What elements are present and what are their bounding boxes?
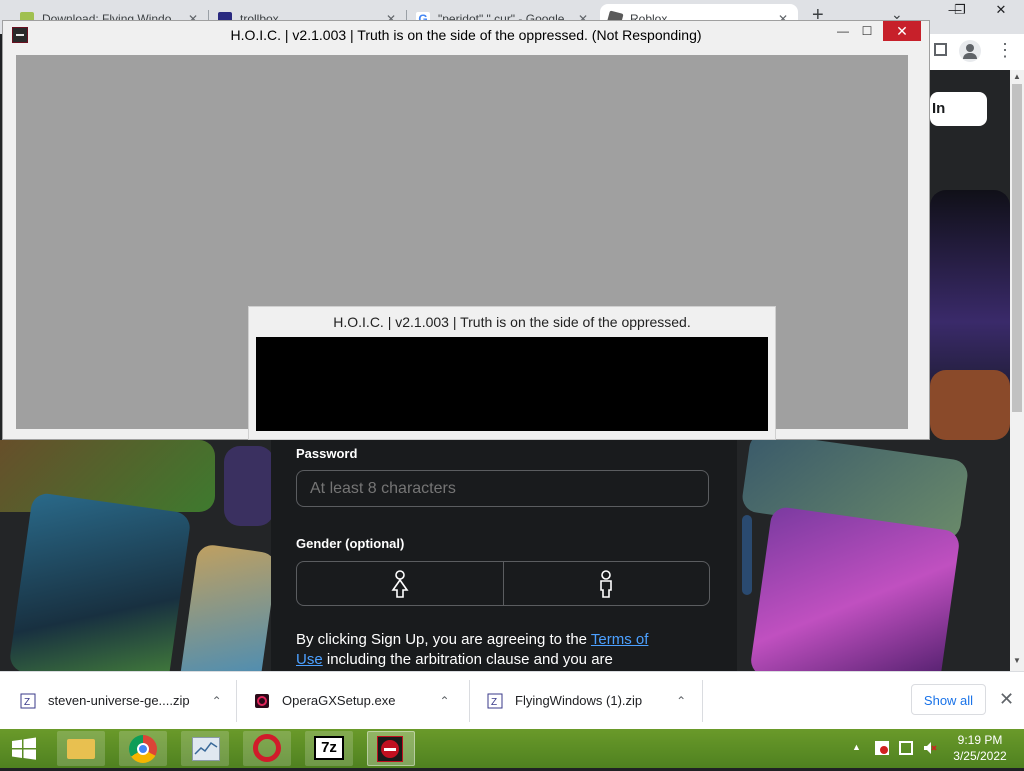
game-thumbnail <box>224 446 274 526</box>
gender-label: Gender (optional) <box>296 536 405 551</box>
terms-of-use-link[interactable]: Terms of <box>591 631 649 648</box>
chrome-menu-icon[interactable]: ⋮ <box>996 40 1014 61</box>
7zip-icon: 7z <box>314 736 344 760</box>
svg-text:Z: Z <box>491 697 497 708</box>
chevron-up-icon[interactable]: ⌃ <box>676 694 686 708</box>
game-thumbnail <box>749 505 961 671</box>
taskbar-system-monitor[interactable] <box>181 731 229 766</box>
taskbar-chrome[interactable] <box>119 731 167 766</box>
opera-gx-icon <box>255 693 269 708</box>
terms-text: By clicking Sign Up, you are agreeing to… <box>296 630 716 670</box>
downloads-bar: Z steven-universe-ge....zip ⌃ OperaGXSet… <box>0 671 1024 729</box>
clock-time: 9:19 PM <box>957 733 1003 747</box>
download-item[interactable]: Z steven-universe-ge....zip ⌃ <box>20 672 222 729</box>
svg-text:Z: Z <box>24 697 30 708</box>
scroll-down-arrow-icon[interactable]: ▼ <box>1013 656 1021 665</box>
folder-icon <box>67 739 95 759</box>
volume-muted-icon[interactable] <box>923 741 937 755</box>
login-button[interactable]: In <box>930 92 987 126</box>
zip-file-icon: Z <box>20 693 36 708</box>
system-clock[interactable]: 9:19 PM 3/25/2022 <box>944 732 1016 764</box>
profile-icon[interactable] <box>959 40 981 62</box>
password-input[interactable] <box>296 470 709 507</box>
terms-of-use-link-continued[interactable]: Use <box>296 651 323 668</box>
download-divider <box>236 680 237 722</box>
terms-prefix: By clicking Sign Up, you are agreeing to… <box>296 631 591 648</box>
login-button-label: In <box>932 100 946 117</box>
male-icon <box>600 569 613 598</box>
hoic-taskbar-icon <box>377 736 403 762</box>
gender-male-button[interactable] <box>502 562 710 605</box>
download-filename: steven-universe-ge....zip <box>48 693 190 708</box>
extensions-panel-icon[interactable] <box>934 43 947 56</box>
hoic-popup-content <box>256 337 768 431</box>
clock-date: 3/25/2022 <box>953 749 1007 763</box>
chrome-maximize-button[interactable]: ❐ <box>940 0 980 22</box>
download-divider <box>702 680 703 722</box>
hoic-popup-title: H.O.I.C. | v2.1.003 | Truth is on the si… <box>333 314 691 330</box>
close-downloads-bar-icon[interactable]: ✕ <box>999 689 1014 710</box>
chrome-icon <box>129 735 157 763</box>
hoic-window-title: H.O.I.C. | v2.1.003 | Truth is on the si… <box>230 27 702 43</box>
monitor-icon <box>192 737 220 761</box>
taskbar-file-explorer[interactable] <box>57 731 105 766</box>
action-center-flag-icon[interactable] <box>875 741 889 755</box>
hoic-maximize-button[interactable]: ☐ <box>853 21 881 41</box>
download-item[interactable]: Z FlyingWindows (1).zip ⌃ <box>487 672 686 729</box>
female-icon <box>391 569 409 598</box>
game-thumbnail <box>177 543 279 671</box>
download-divider <box>469 680 470 722</box>
gender-female-button[interactable] <box>297 562 503 605</box>
taskbar-opera[interactable] <box>243 731 291 766</box>
game-thumbnail <box>8 491 192 671</box>
start-button[interactable] <box>2 731 46 766</box>
password-label: Password <box>296 446 358 461</box>
tray-overflow-arrow-icon[interactable]: ▲ <box>852 742 861 752</box>
zip-file-icon: Z <box>487 693 503 708</box>
terms-suffix: including the arbitration clause and you… <box>322 651 613 668</box>
hoic-close-button[interactable]: ✕ <box>883 21 921 41</box>
scroll-up-arrow-icon[interactable]: ▲ <box>1013 72 1021 81</box>
hoic-secondary-window[interactable]: H.O.I.C. | v2.1.003 | Truth is on the si… <box>248 306 776 440</box>
taskbar-7zip[interactable]: 7z <box>305 731 353 766</box>
scrollbar-thumb[interactable] <box>1012 84 1022 412</box>
game-thumbnail <box>930 370 1010 440</box>
browser-toolbar: ⋮ <box>930 34 1024 70</box>
download-filename: OperaGXSetup.exe <box>282 693 396 708</box>
chrome-close-button[interactable]: ✕ <box>978 0 1024 22</box>
chevron-up-icon[interactable]: ⌃ <box>439 694 449 708</box>
game-thumbnail <box>742 515 752 595</box>
download-filename: FlyingWindows (1).zip <box>515 693 643 708</box>
opera-icon <box>253 734 281 762</box>
windows-taskbar: 7z ▲ 9:19 PM 3/25/2022 <box>0 729 1024 768</box>
windows-logo-icon <box>12 737 36 760</box>
gender-selector <box>296 561 710 606</box>
show-all-downloads-button[interactable]: Show all <box>911 684 986 715</box>
download-item[interactable]: OperaGXSetup.exe ⌃ <box>254 672 450 729</box>
taskbar-hoic[interactable] <box>367 731 415 766</box>
network-icon[interactable] <box>899 741 913 755</box>
chevron-up-icon[interactable]: ⌃ <box>212 694 222 708</box>
